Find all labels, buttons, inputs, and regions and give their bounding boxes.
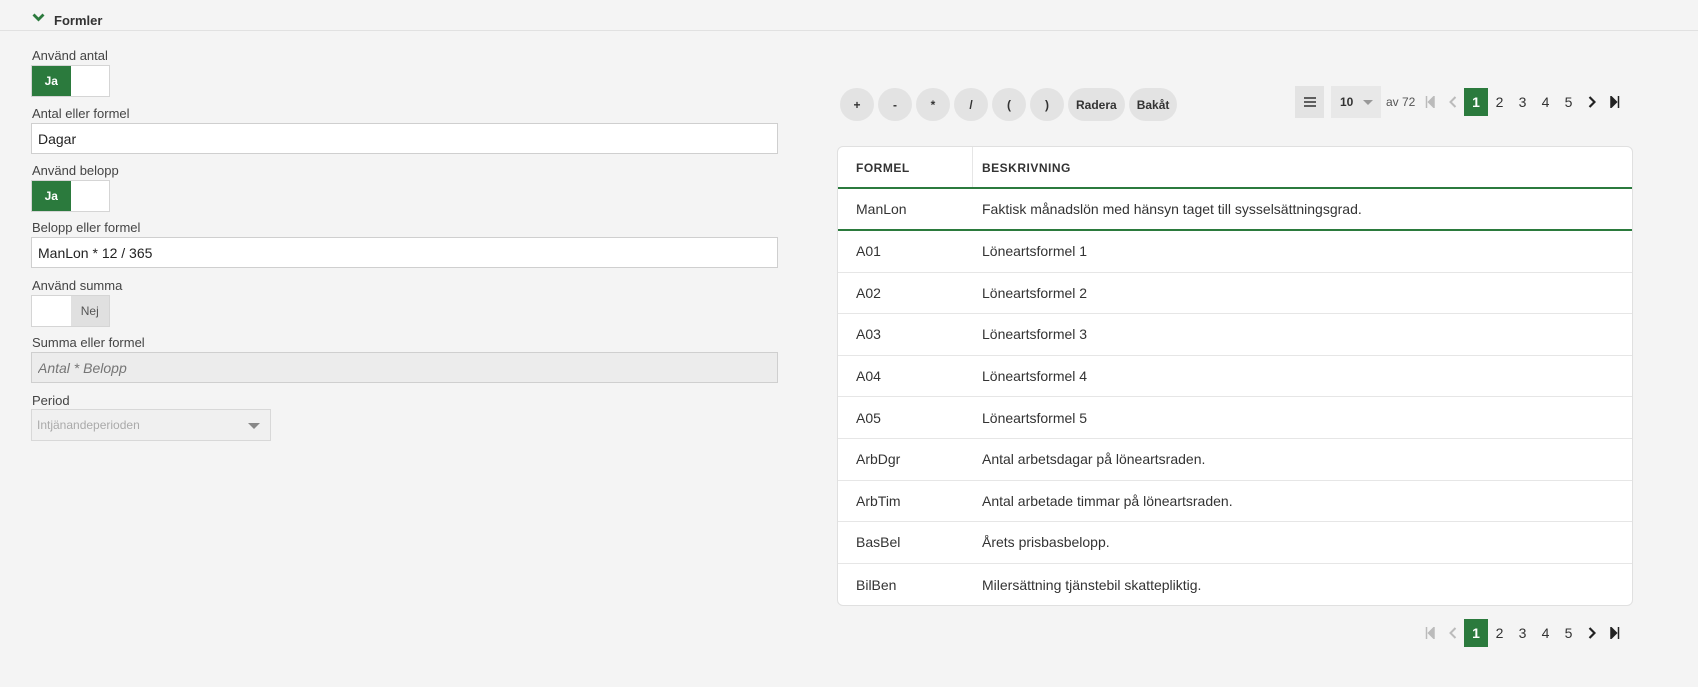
count-formula-input[interactable] (31, 123, 778, 154)
cell-beskrivning: Löneartsformel 4 (982, 368, 1088, 385)
backspace-button[interactable]: Bakåt (1128, 88, 1178, 121)
use-sum-label: Använd summa (32, 278, 123, 293)
page-size-select[interactable]: 10 (1331, 86, 1381, 118)
page-5[interactable]: 5 (1557, 619, 1580, 647)
toggle-yes[interactable]: Ja (32, 181, 71, 211)
sum-formula-label: Summa eller formel (32, 335, 145, 350)
toggle-yes[interactable] (32, 296, 71, 326)
use-amount-toggle[interactable]: Ja (31, 180, 110, 212)
amount-formula-input[interactable] (31, 237, 778, 268)
table-row[interactable]: A02 Löneartsformel 2 (838, 273, 1632, 315)
multiply-button[interactable]: * (916, 88, 950, 121)
amount-formula-label: Belopp eller formel (32, 220, 141, 235)
cell-beskrivning: Antal arbetsdagar på löneartsraden. (982, 451, 1206, 468)
open-paren-button[interactable]: ( (992, 88, 1026, 121)
next-page-icon[interactable] (1580, 619, 1603, 647)
cell-formel: A05 (856, 409, 881, 426)
table-row[interactable]: BasBel Årets prisbasbelopp. (838, 522, 1632, 564)
cell-formel: ManLon (856, 201, 907, 217)
page-4[interactable]: 4 (1534, 88, 1557, 116)
table-row[interactable]: A03 Löneartsformel 3 (838, 314, 1632, 356)
cell-formel: BilBen (856, 576, 897, 593)
table-row[interactable]: A01 Löneartsformel 1 (838, 231, 1632, 273)
cell-beskrivning: Antal arbetade timmar på löneartsraden. (982, 492, 1233, 509)
cell-beskrivning: Årets prisbasbelopp. (982, 534, 1110, 551)
next-page-icon[interactable] (1580, 88, 1603, 116)
use-amount-label: Använd belopp (32, 163, 119, 178)
sum-formula-input (31, 352, 778, 383)
clear-button[interactable]: Radera (1068, 88, 1125, 121)
table-row[interactable]: ArbDgr Antal arbetsdagar på löneartsraden… (838, 439, 1632, 481)
plus-button[interactable]: + (840, 88, 874, 121)
cell-beskrivning: Löneartsformel 1 (982, 243, 1088, 260)
formula-table: FORMEL BESKRIVNING ManLon Faktisk månadsl… (837, 146, 1633, 606)
caret-down-icon (1363, 100, 1373, 105)
chevron-down-icon[interactable] (32, 13, 45, 22)
bottom-pager: 1 2 3 4 5 (1418, 619, 1626, 647)
table-row[interactable]: BilBen Milersättning tjänstebil skattepli… (838, 564, 1632, 605)
column-header-formel[interactable]: FORMEL (838, 147, 973, 187)
table-row[interactable]: A05 Löneartsformel 5 (838, 397, 1632, 439)
page-3[interactable]: 3 (1511, 88, 1534, 116)
cell-beskrivning: Löneartsformel 2 (982, 284, 1088, 301)
cell-beskrivning: Faktisk månadslön med hänsyn taget till … (982, 201, 1362, 217)
count-formula-label: Antal eller formel (32, 106, 130, 121)
prev-page-icon[interactable] (1441, 619, 1464, 647)
total-count: av 72 (1386, 95, 1416, 109)
page-size-value: 10 (1340, 95, 1354, 109)
cell-beskrivning: Löneartsformel 5 (982, 409, 1088, 426)
first-page-icon[interactable] (1418, 88, 1441, 116)
use-count-toggle[interactable]: Ja (31, 65, 110, 97)
prev-page-icon[interactable] (1441, 88, 1464, 116)
use-count-label: Använd antal (32, 48, 108, 63)
table-row[interactable]: ManLon Faktisk månadslön med hänsyn taget… (838, 189, 1632, 231)
cell-beskrivning: Löneartsformel 3 (982, 326, 1088, 343)
table-header: FORMEL BESKRIVNING (838, 147, 1632, 189)
formula-calculator: + - * / ( ) Radera Bakåt (840, 88, 1179, 121)
toggle-yes[interactable]: Ja (32, 66, 71, 96)
toggle-no[interactable] (71, 181, 110, 211)
page-2[interactable]: 2 (1488, 88, 1511, 116)
page-4[interactable]: 4 (1534, 619, 1557, 647)
column-header-beskrivning[interactable]: BESKRIVNING (973, 147, 1071, 187)
page-2[interactable]: 2 (1488, 619, 1511, 647)
first-page-icon[interactable] (1418, 619, 1441, 647)
close-paren-button[interactable]: ) (1030, 88, 1064, 121)
last-page-icon[interactable] (1603, 88, 1626, 116)
table-row[interactable]: ArbTim Antal arbetade timmar på löneartsr… (838, 481, 1632, 523)
cell-formel: A02 (856, 284, 881, 301)
cell-formel: BasBel (856, 534, 901, 551)
period-select: Intjänandeperioden (31, 409, 271, 441)
page-3[interactable]: 3 (1511, 619, 1534, 647)
cell-formel: ArbTim (856, 492, 901, 509)
cell-formel: ArbDgr (856, 451, 901, 468)
cell-formel: A03 (856, 326, 881, 343)
column-menu-button[interactable] (1295, 86, 1324, 118)
divide-button[interactable]: / (954, 88, 988, 121)
page-1[interactable]: 1 (1464, 88, 1488, 116)
period-label: Period (32, 393, 70, 408)
use-sum-toggle[interactable]: Nej (31, 295, 110, 327)
menu-icon (1303, 97, 1316, 107)
section-title: Formler (54, 13, 103, 28)
minus-button[interactable]: - (878, 88, 912, 121)
period-value: Intjänandeperioden (37, 418, 140, 432)
cell-formel: A01 (856, 243, 881, 260)
last-page-icon[interactable] (1603, 619, 1626, 647)
page-1[interactable]: 1 (1464, 619, 1488, 647)
cell-beskrivning: Milersättning tjänstebil skattepliktig. (982, 576, 1202, 593)
toggle-no[interactable]: Nej (70, 296, 109, 326)
caret-down-icon (248, 423, 260, 429)
section-header[interactable]: Formler (0, 0, 1698, 31)
toggle-no[interactable] (71, 66, 110, 96)
page-5[interactable]: 5 (1557, 88, 1580, 116)
table-row[interactable]: A04 Löneartsformel 4 (838, 356, 1632, 398)
cell-formel: A04 (856, 368, 881, 385)
top-pager: 1 2 3 4 5 (1418, 88, 1626, 116)
